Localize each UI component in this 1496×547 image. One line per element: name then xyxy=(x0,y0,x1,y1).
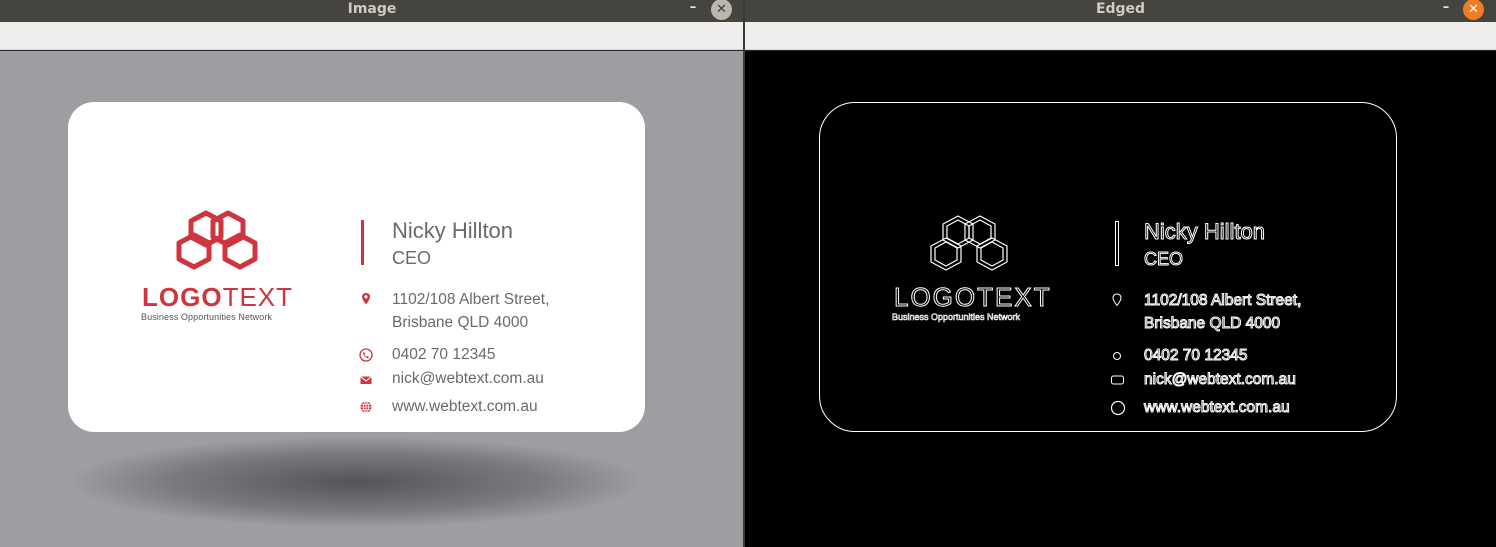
hexagon-logo-icon xyxy=(930,215,1008,271)
minimize-button[interactable]: – xyxy=(1437,0,1455,18)
edged-business-card: LOGOTEXT Business Opportunities Network … xyxy=(819,102,1397,432)
email-address: nick@webtext.com.au xyxy=(1144,371,1297,389)
contact-name: Nicky Hillton xyxy=(1143,219,1266,245)
window-title: Image xyxy=(347,1,397,17)
logo-word-text: TEXT xyxy=(977,282,1052,313)
edged-canvas: LOGOTEXT Business Opportunities Network … xyxy=(745,51,1496,547)
image-canvas: LOGOTEXT Business Opportunities Network … xyxy=(0,51,744,547)
contact-title: CEO xyxy=(392,248,432,268)
hexagon-logo-icon xyxy=(176,210,258,270)
logo-word-logo: LOGO xyxy=(142,282,223,312)
phone-icon xyxy=(1113,352,1121,360)
address-line-2: Brisbane QLD 4000 xyxy=(392,314,529,331)
location-pin-icon xyxy=(362,293,370,305)
phone-icon xyxy=(359,348,373,362)
logo-word-text: TEXT xyxy=(222,282,294,312)
logo-tagline: Business Opportunities Network xyxy=(141,312,273,322)
website-url: www.webtext.com.au xyxy=(1144,399,1291,417)
mail-icon xyxy=(1111,375,1124,385)
business-card: LOGOTEXT Business Opportunities Network … xyxy=(68,102,645,432)
window-toolbar xyxy=(745,22,1496,50)
card-shadow xyxy=(66,436,646,528)
globe-icon xyxy=(360,401,372,413)
phone-number: 0402 70 12345 xyxy=(392,346,496,363)
logo-tagline: Business Opportunities Network xyxy=(892,312,1021,323)
website-url: www.webtext.com.au xyxy=(392,398,538,415)
phone-number: 0402 70 12345 xyxy=(1143,347,1248,365)
window-toolbar xyxy=(0,22,744,50)
logo-word-logo: LOGO xyxy=(893,282,978,313)
image-window: Image – ✕ LOGOTEXT Business Opportunitie… xyxy=(0,0,744,547)
edged-window: Edged – ✕ LOGOTEXT Business Opportunitie… xyxy=(745,0,1496,547)
image-window-titlebar[interactable]: Image – ✕ xyxy=(0,0,744,22)
close-button[interactable]: ✕ xyxy=(711,0,732,20)
mail-icon xyxy=(360,376,372,384)
contact-name: Nicky Hillton xyxy=(392,218,514,243)
close-button[interactable]: ✕ xyxy=(1463,0,1484,20)
minimize-button[interactable]: – xyxy=(684,0,702,18)
address-line-2: Brisbane QLD 4000 xyxy=(1143,315,1281,333)
email-address: nick@webtext.com.au xyxy=(392,370,544,387)
window-title: Edged xyxy=(1095,1,1146,17)
location-pin-icon xyxy=(1112,293,1122,307)
edged-window-titlebar[interactable]: Edged – ✕ xyxy=(745,0,1496,22)
contact-title: CEO xyxy=(1143,249,1184,270)
globe-icon xyxy=(1110,400,1126,416)
name-accent-bar xyxy=(1115,221,1119,266)
address-line-1: 1102/108 Albert Street, xyxy=(1143,292,1302,310)
name-accent-bar xyxy=(361,220,364,265)
logo-wordmark: LOGOTEXT xyxy=(893,282,1052,313)
logo-wordmark: LOGOTEXT xyxy=(142,282,302,313)
address-line-1: 1102/108 Albert Street, xyxy=(392,291,550,308)
